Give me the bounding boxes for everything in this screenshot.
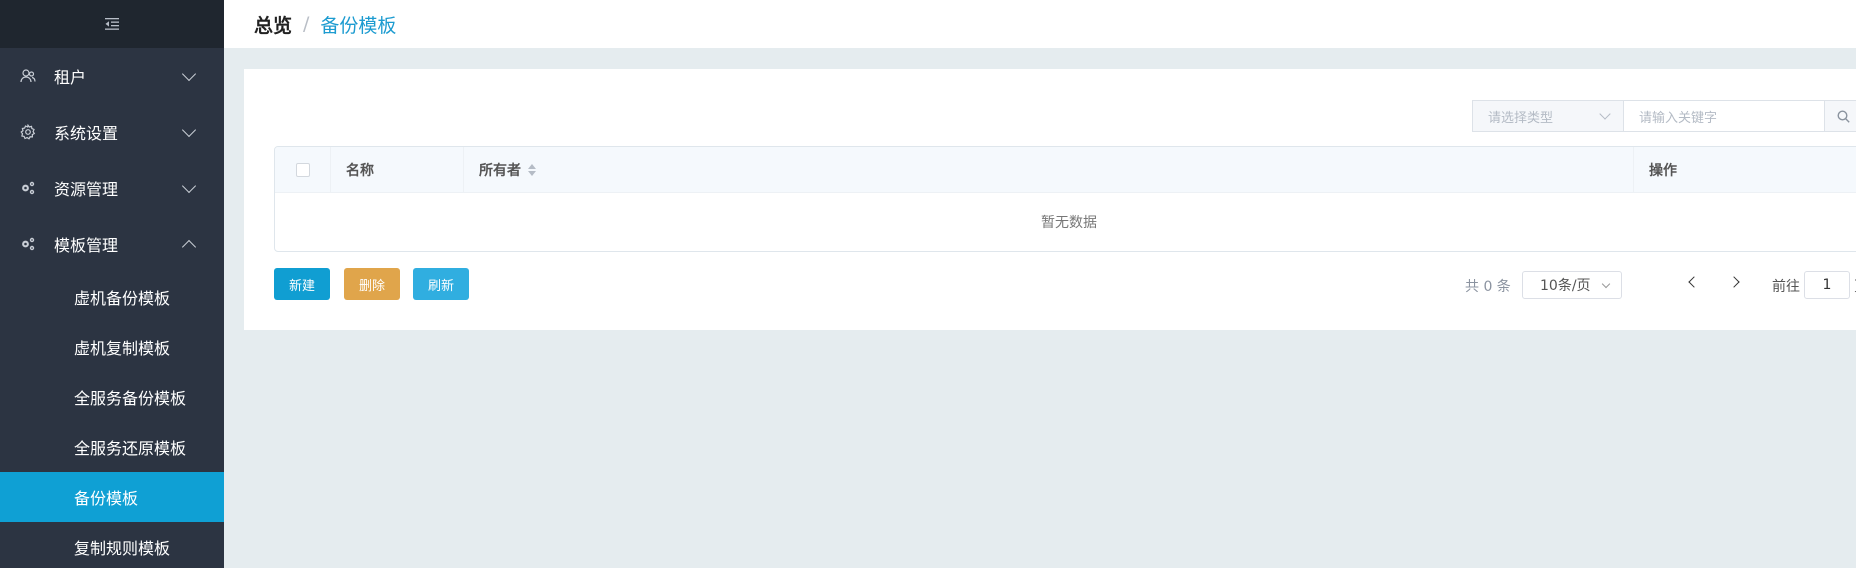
page-size-value: 10条/页 [1540,278,1591,294]
sidebar-item-label: 虚机复制模板 [74,339,171,358]
sidebar-menu-tenant[interactable]: 租户 [0,48,224,104]
column-header-label: 所有者 [479,163,521,179]
pagination-total: 共 0 条 [1465,279,1511,295]
sidebar-item-vm-backup-template[interactable]: 虚机备份模板 [0,272,224,322]
column-header-operations: 操作 [1634,147,1856,193]
content-card: 请选择类型 请输入关键字 名称 所有者 操作 暂无数据 新建 删除 刷新 共 0… [244,69,1856,330]
column-header-label: 名称 [346,163,374,179]
sidebar-menu-system-settings[interactable]: 系统设置 [0,104,224,160]
sidebar-menu-label: 资源管理 [54,180,119,199]
sidebar-menu-template-management[interactable]: 模板管理 [0,216,224,272]
sidebar-item-label: 虚机备份模板 [74,289,171,308]
new-button[interactable]: 新建 [274,268,330,300]
sidebar-item-label: 全服务还原模板 [74,439,187,458]
next-page-icon[interactable] [1728,276,1740,288]
sidebar-menu-label: 系统设置 [54,124,119,143]
column-header-label: 操作 [1649,163,1677,179]
sidebar-item-label: 备份模板 [74,489,139,508]
cogs-icon [20,180,36,196]
sort-icon[interactable] [528,164,536,176]
sidebar-menu-label: 模板管理 [54,236,119,255]
breadcrumb-separator: / [303,13,310,35]
column-header-owner[interactable]: 所有者 [464,147,1634,193]
column-header-name: 名称 [331,147,464,193]
keyword-placeholder: 请输入关键字 [1639,110,1718,126]
sidebar: 租户 系统设置 资源管理 模板管理 虚机备份模板 虚机复制模板 全服务备份模板 … [0,0,224,568]
chevron-down-icon [1601,279,1611,289]
chevron-down-icon [181,66,197,82]
refresh-button[interactable]: 刷新 [413,268,469,300]
sidebar-collapse-bar[interactable] [0,0,224,48]
sidebar-item-label: 全服务备份模板 [74,389,187,408]
cogs-icon [20,236,36,252]
empty-text: 暂无数据 [1041,215,1097,231]
gear-icon [20,124,36,140]
breadcrumb-current: 备份模板 [320,14,397,37]
sidebar-item-replication-rule-template[interactable]: 复制规则模板 [0,522,224,568]
table-header: 名称 所有者 操作 [275,147,1856,193]
type-select-placeholder: 请选择类型 [1488,110,1554,126]
data-table: 名称 所有者 操作 暂无数据 [274,146,1856,252]
sidebar-item-backup-template[interactable]: 备份模板 [0,472,224,522]
select-all-cell [275,147,331,193]
chevron-up-icon [181,239,197,255]
users-icon [20,68,36,84]
type-select[interactable]: 请选择类型 [1472,100,1624,132]
chevron-down-icon [1599,108,1611,120]
sidebar-item-full-service-backup-template[interactable]: 全服务备份模板 [0,372,224,422]
sidebar-menu-resource-management[interactable]: 资源管理 [0,160,224,216]
chevron-down-icon [181,178,197,194]
table-empty-state: 暂无数据 [275,193,1856,251]
sidebar-item-vm-replication-template[interactable]: 虚机复制模板 [0,322,224,372]
goto-label: 前往 [1772,279,1800,295]
breadcrumb-home[interactable]: 总览 [254,11,292,38]
menu-fold-icon[interactable] [105,18,119,30]
search-icon [1837,109,1850,123]
select-all-checkbox[interactable] [295,163,310,177]
chevron-down-icon [181,122,197,138]
page-size-select[interactable]: 10条/页 [1522,271,1622,299]
sidebar-item-label: 复制规则模板 [74,539,171,558]
goto-page-input[interactable]: 1 [1804,271,1850,299]
sidebar-menu-label: 租户 [54,68,87,87]
delete-button[interactable]: 删除 [344,268,400,300]
prev-page-icon[interactable] [1688,276,1700,288]
breadcrumb: 总览 / 备份模板 [224,0,1856,48]
sidebar-item-full-service-restore-template[interactable]: 全服务还原模板 [0,422,224,472]
search-button[interactable] [1824,100,1856,132]
keyword-search-input[interactable]: 请输入关键字 [1623,100,1825,132]
